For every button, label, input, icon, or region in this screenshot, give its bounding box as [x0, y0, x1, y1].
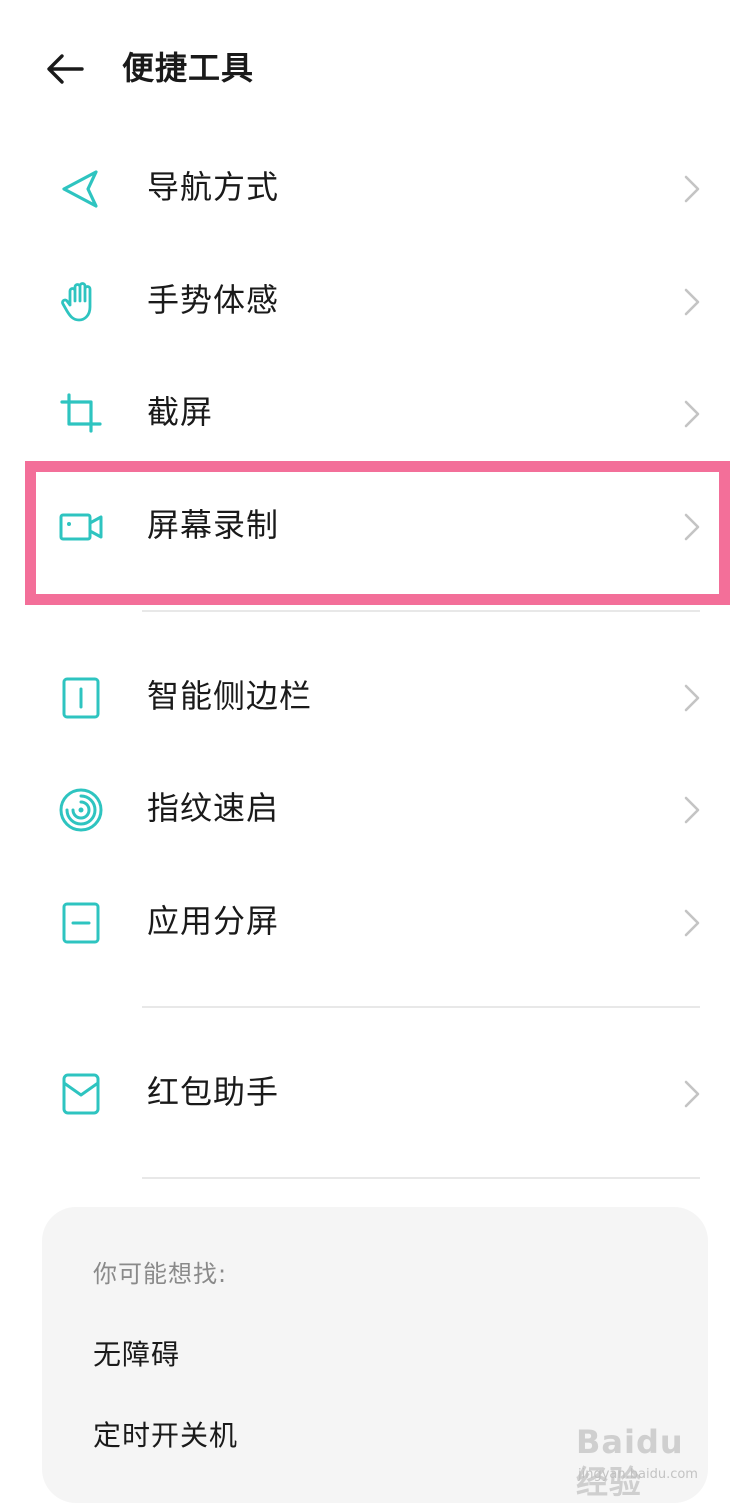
- fingerprint-icon: [59, 788, 103, 832]
- chevron-right-icon: [684, 796, 700, 824]
- navigation-icon: [62, 170, 98, 208]
- watermark-brand: Baidu经验: [576, 1423, 684, 1501]
- watermark-url: jingyan.baidu.com: [578, 1467, 698, 1482]
- arrow-left-icon: [47, 54, 84, 84]
- settings-screen: 便捷工具 导航方式 手势体感 截屏 屏幕录制 智能侧边栏 指纹速启 应用分屏 红…: [0, 0, 750, 1508]
- hand-gesture-icon: [61, 282, 92, 322]
- chevron-right-icon: [684, 288, 700, 316]
- chevron-right-icon: [684, 175, 700, 203]
- menu-item-label: 红包助手: [147, 1073, 280, 1111]
- chevron-right-icon: [684, 684, 700, 712]
- suggestion-link-accessibility[interactable]: 无障碍: [93, 1335, 180, 1375]
- menu-item-label: 应用分屏: [147, 902, 280, 940]
- menu-item-screenshot[interactable]: 截屏: [0, 357, 750, 469]
- top-app-bar: 便捷工具: [0, 30, 750, 106]
- back-button[interactable]: [40, 46, 90, 92]
- chevron-right-icon: [684, 1080, 700, 1108]
- section-divider: [142, 610, 700, 612]
- menu-item-label: 智能侧边栏: [147, 677, 313, 715]
- menu-item-gesture[interactable]: 手势体感: [0, 245, 750, 357]
- split-screen-icon: [62, 902, 100, 944]
- menu-item-navigation[interactable]: 导航方式: [0, 132, 750, 244]
- chevron-right-icon: [684, 513, 700, 541]
- suggestion-link-scheduled-power[interactable]: 定时开关机: [93, 1416, 238, 1456]
- baidu-jingyan-watermark: Baidu经验 jingyan.baidu.com: [576, 1422, 716, 1502]
- menu-item-label: 指纹速启: [147, 789, 280, 827]
- crop-icon: [60, 393, 102, 433]
- menu-item-label: 截屏: [147, 393, 214, 431]
- chevron-right-icon: [684, 400, 700, 428]
- video-camera-icon: [59, 513, 103, 541]
- menu-item-red-envelope-assistant[interactable]: 红包助手: [0, 1037, 750, 1149]
- section-divider: [142, 1006, 700, 1008]
- menu-item-label: 导航方式: [147, 168, 280, 206]
- red-envelope-icon: [62, 1073, 100, 1115]
- menu-item-screen-recording[interactable]: 屏幕录制: [0, 470, 750, 582]
- menu-item-label: 手势体感: [147, 281, 280, 319]
- menu-item-label: 屏幕录制: [147, 506, 280, 544]
- chevron-right-icon: [684, 909, 700, 937]
- menu-item-split-screen[interactable]: 应用分屏: [0, 866, 750, 978]
- suggestions-title: 你可能想找:: [93, 1260, 228, 1288]
- page-title: 便捷工具: [122, 49, 255, 87]
- menu-item-smart-sidebar[interactable]: 智能侧边栏: [0, 641, 750, 753]
- sidebar-icon: [62, 677, 100, 719]
- menu-item-fingerprint-quick-launch[interactable]: 指纹速启: [0, 753, 750, 865]
- section-divider: [142, 1177, 700, 1179]
